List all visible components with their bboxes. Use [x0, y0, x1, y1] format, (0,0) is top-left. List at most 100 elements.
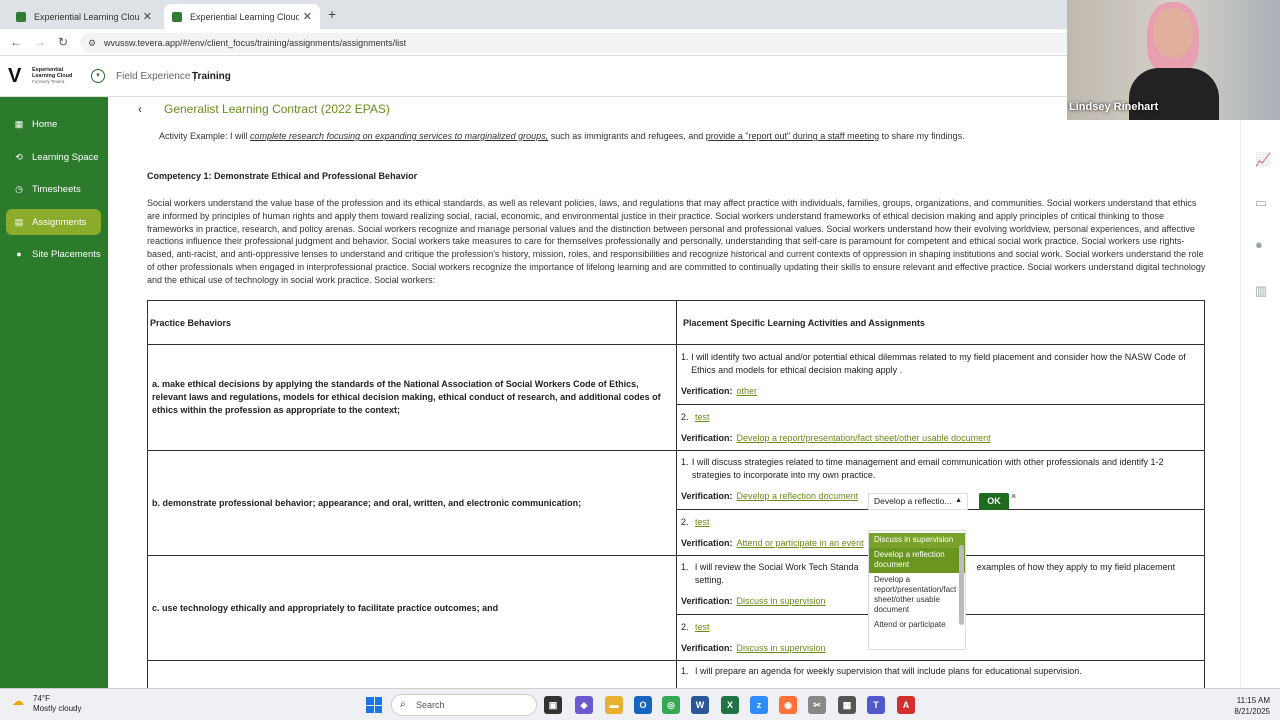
close-tab-icon[interactable]: ✕: [143, 10, 152, 23]
verification-link[interactable]: Develop a reflection document: [737, 491, 859, 501]
document-icon[interactable]: ▭: [1255, 195, 1267, 211]
breadcrumb-section[interactable]: Field Experience |: [116, 71, 196, 82]
verification-select[interactable]: Develop a reflectio... ▲: [868, 493, 968, 510]
dropdown-scrollbar[interactable]: [959, 535, 964, 647]
clock-icon: ◷: [15, 183, 23, 194]
task-view-icon[interactable]: ▣: [544, 696, 562, 714]
table-row: 1. I will prepare an agenda for weekly su…: [147, 660, 1205, 688]
back-chevron-icon[interactable]: ‹: [138, 102, 142, 116]
chevron-down-icon[interactable]: ▾: [91, 69, 105, 83]
tab-title: Experiential Learning Cloud (fo: [34, 11, 139, 22]
select-option-selected[interactable]: Discuss in supervision: [869, 533, 965, 548]
item-number: 1.: [681, 666, 689, 676]
item-number: 2.: [681, 622, 689, 632]
select-option[interactable]: Develop a report/presentation/fact sheet…: [869, 573, 965, 618]
item-number: 2.: [681, 517, 689, 527]
url-text: wvussw.tevera.app/#/env/client_focus/tra…: [104, 38, 407, 48]
browser-tab[interactable]: Experiential Learning Cloud (fo ✕: [8, 4, 160, 29]
verification-link[interactable]: Attend or participate in an event: [737, 538, 864, 548]
tevera-logo[interactable]: V: [8, 66, 28, 86]
calculator-icon[interactable]: ▦: [838, 696, 856, 714]
location-pin-icon: ●: [16, 249, 22, 259]
practice-behaviors-table: Practice Behaviors Placement Specific Le…: [147, 300, 1205, 688]
chart-icon[interactable]: 📈: [1255, 152, 1271, 168]
acrobat-icon[interactable]: A: [897, 696, 915, 714]
new-tab-button[interactable]: +: [328, 6, 336, 22]
weather-widget[interactable]: ☁ 74°F Mostly cloudy: [12, 694, 81, 714]
item-text[interactable]: test: [695, 516, 710, 529]
item-number: 1.: [681, 562, 689, 572]
verification-label: Verification:: [681, 643, 733, 653]
search-placeholder: Search: [416, 700, 445, 710]
zoom-icon[interactable]: z: [750, 696, 768, 714]
excel-icon[interactable]: X: [721, 696, 739, 714]
tevera-favicon-icon: [172, 11, 182, 22]
clock-date: 8/21/2025: [1234, 707, 1270, 716]
clock-time: 11:15 AM: [1236, 696, 1270, 705]
activity-underlined-1: complete research focusing on expanding …: [250, 131, 549, 141]
verification-link[interactable]: Discuss in supervision: [737, 643, 826, 653]
ok-button[interactable]: OK: [979, 493, 1009, 510]
webcam-overlay: Lindsey Rinehart: [1067, 0, 1280, 120]
teams-icon[interactable]: T: [867, 696, 885, 714]
practice-behavior-cell: c. use technology ethically and appropri…: [147, 555, 677, 661]
webcam-user-name: Lindsey Rinehart: [1069, 101, 1159, 113]
close-icon[interactable]: ×: [1011, 491, 1016, 501]
copilot-icon[interactable]: ◆: [575, 696, 593, 714]
verification-label: Verification:: [681, 596, 733, 606]
sidebar-item-assignments[interactable]: ▤ Assignments: [6, 209, 101, 235]
url-input[interactable]: ⚙ wvussw.tevera.app/#/env/client_focus/t…: [80, 33, 1080, 53]
location-pin-icon[interactable]: ●: [1255, 237, 1263, 252]
weather-icon: ☁: [12, 694, 24, 708]
chrome-icon[interactable]: ◎: [662, 696, 680, 714]
sidebar-item-label: Learning Space: [32, 151, 99, 163]
sidebar-item-site-placements[interactable]: ● Site Placements: [6, 241, 101, 267]
taskbar-clock[interactable]: 11:15 AM 8/21/2025: [1226, 695, 1270, 717]
forward-arrow-icon[interactable]: →: [34, 35, 46, 49]
select-option-hovered[interactable]: Develop a reflection document: [869, 548, 965, 573]
close-tab-icon[interactable]: ✕: [303, 10, 312, 23]
activity-example: Activity Example: I will complete resear…: [159, 131, 1229, 141]
tevera-favicon-icon: [16, 11, 26, 22]
item-text: I will review the Social Work Tech Stand…: [694, 562, 859, 572]
webcam-person-face: [1153, 8, 1193, 58]
item-text[interactable]: test: [695, 411, 710, 424]
verification-label: Verification:: [681, 432, 733, 443]
outlook-icon[interactable]: O: [634, 696, 652, 714]
tab-title: Experiential Learning Cloud (fo: [190, 11, 299, 22]
browser-tab-active[interactable]: Experiential Learning Cloud (fo ✕: [164, 4, 320, 29]
home-icon: ▦: [14, 118, 24, 129]
file-explorer-icon[interactable]: ▬: [605, 696, 623, 714]
verification-link[interactable]: Develop a report/presentation/fact sheet…: [737, 433, 991, 443]
practice-behavior-cell: b. demonstrate professional behavior; ap…: [147, 450, 677, 556]
sidebar-item-timesheets[interactable]: ◷ Timesheets: [6, 176, 101, 202]
scrollbar-thumb[interactable]: [959, 545, 964, 625]
select-options-list[interactable]: Discuss in supervision Develop a reflect…: [868, 530, 966, 650]
firefox-icon[interactable]: ◉: [779, 696, 797, 714]
competency-title: Competency 1: Demonstrate Ethical and Pr…: [147, 171, 418, 181]
divider: [677, 403, 1204, 405]
analytics-icon[interactable]: ▥: [1255, 283, 1267, 299]
list-item: 1. I will prepare an agenda for weekly su…: [681, 665, 1200, 678]
item-number: 2.: [681, 411, 689, 422]
item-text: I will discuss strategies related to tim…: [691, 457, 1164, 480]
taskbar-search-input[interactable]: ⌕ Search: [391, 694, 537, 716]
item-text: I will identify two actual and/or potent…: [691, 351, 1186, 375]
sidebar-item-learning-space[interactable]: ⟲ Learning Space: [6, 144, 101, 170]
activity-suffix: to share my findings.: [879, 131, 965, 141]
select-option[interactable]: Attend or participate: [869, 618, 965, 633]
item-text: I will prepare an agenda for weekly supe…: [695, 666, 1082, 676]
windows-start-icon[interactable]: [366, 697, 382, 713]
sidebar-item-label: Site Placements: [32, 248, 101, 260]
sidebar-item-home[interactable]: ▦ Home: [6, 111, 101, 137]
snipping-tool-icon[interactable]: ✂: [808, 696, 826, 714]
site-info-icon[interactable]: ⚙: [88, 33, 96, 53]
verification-link[interactable]: other: [737, 386, 758, 396]
item-number: 1.: [681, 351, 689, 362]
word-icon[interactable]: W: [691, 696, 709, 714]
back-arrow-icon[interactable]: ←: [10, 35, 22, 49]
logo-title: Experiential Learning Cloud: [32, 67, 73, 79]
item-text[interactable]: test: [695, 621, 710, 634]
reload-icon[interactable]: ↻: [58, 35, 68, 49]
verification-link[interactable]: Discuss in supervision: [737, 596, 826, 606]
